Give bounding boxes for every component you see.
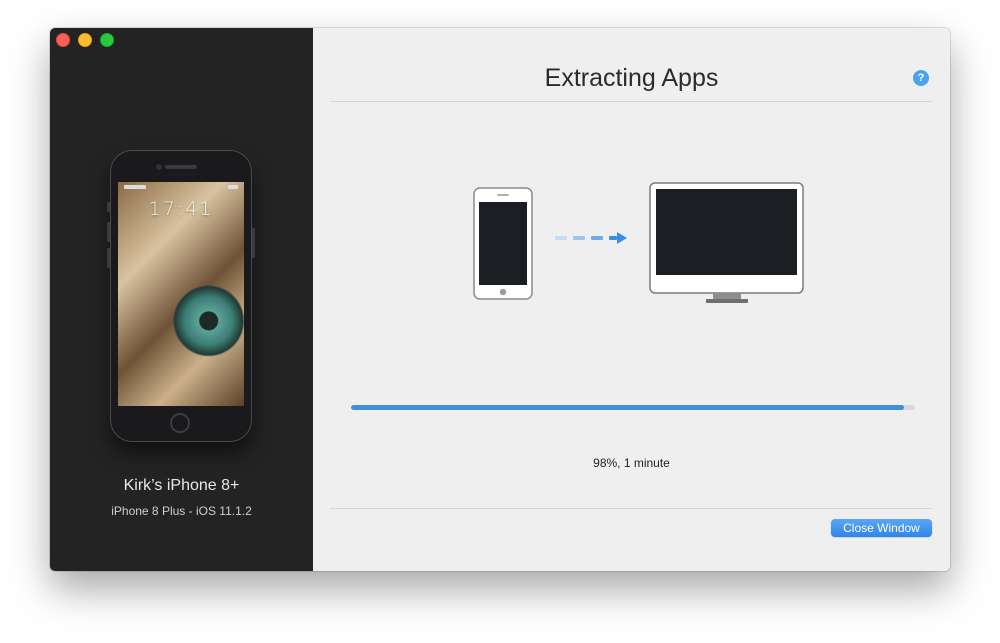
home-button-icon xyxy=(170,413,190,433)
device-image: 17:41 xyxy=(107,150,255,442)
bottom-divider xyxy=(330,508,932,509)
lock-screen-time: 17:41 xyxy=(148,198,214,220)
close-window-button[interactable]: Close Window xyxy=(831,519,932,537)
minimize-window-control[interactable] xyxy=(78,33,92,47)
computer-icon xyxy=(649,182,804,303)
device-info: iPhone 8 Plus - iOS 11.1.2 xyxy=(111,504,252,518)
window-controls xyxy=(56,33,114,47)
camera-icon xyxy=(156,164,162,170)
progress-bar xyxy=(351,405,915,410)
main-panel: Extracting Apps ? 98%, 1 minute Close Wi… xyxy=(313,28,950,571)
dashed-arrow-icon xyxy=(555,232,627,244)
status-bar xyxy=(124,185,238,190)
sidebar: 17:41 Kirk’s iPhone 8+ iPhone 8 Plus - i… xyxy=(50,28,313,571)
app-window: 17:41 Kirk’s iPhone 8+ iPhone 8 Plus - i… xyxy=(50,28,950,571)
speaker-grille xyxy=(165,165,197,169)
zoom-window-control[interactable] xyxy=(100,33,114,47)
phone-icon xyxy=(473,187,533,300)
progress-status: 98%, 1 minute xyxy=(593,456,670,470)
device-screen: 17:41 xyxy=(118,182,244,406)
close-window-control[interactable] xyxy=(56,33,70,47)
device-name: Kirk’s iPhone 8+ xyxy=(123,477,240,494)
transfer-illustration xyxy=(473,182,804,303)
progress-bar-fill xyxy=(351,405,904,410)
